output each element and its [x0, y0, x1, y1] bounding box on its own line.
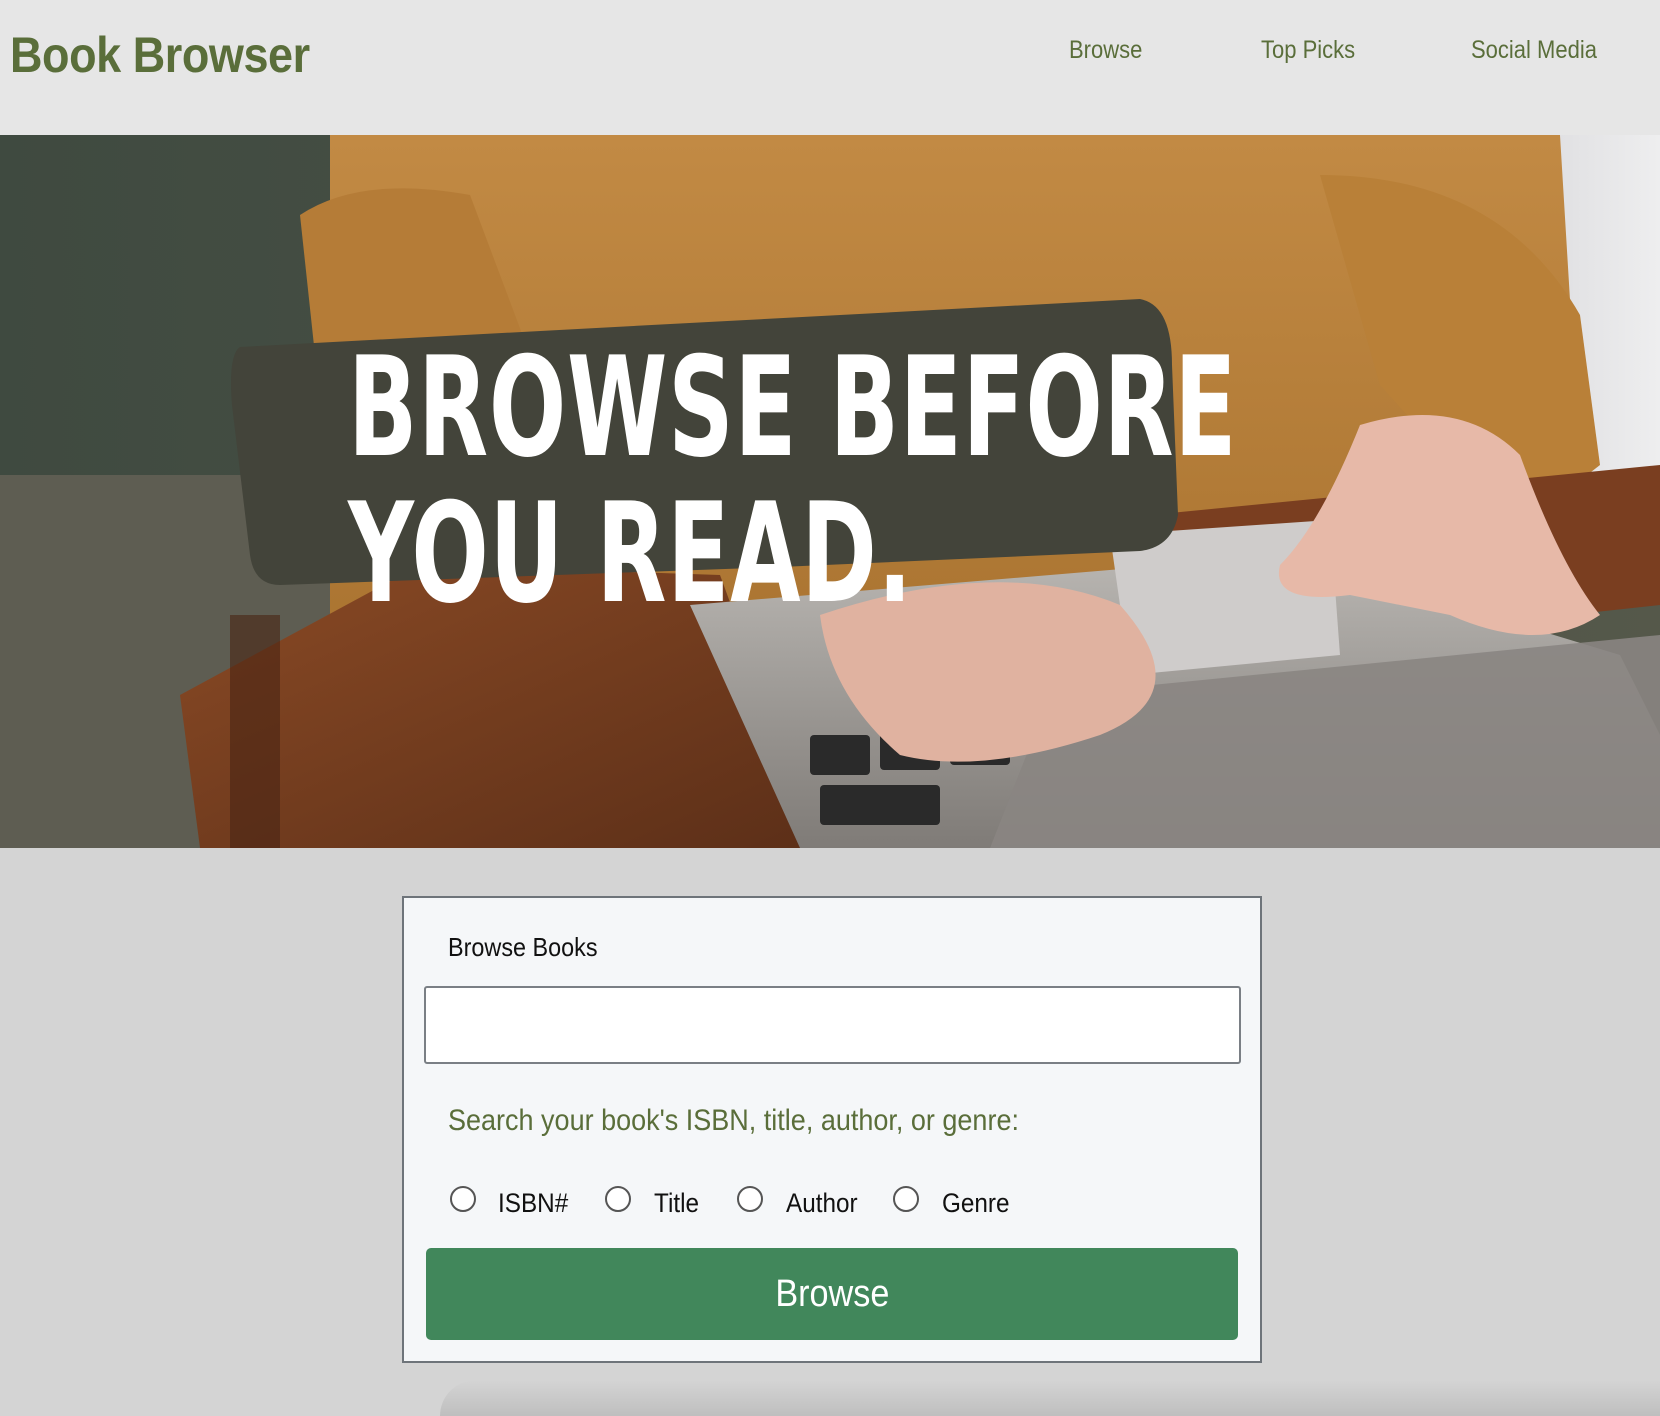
- radio-genre[interactable]: [893, 1186, 919, 1212]
- page-shadow: [440, 1380, 1660, 1416]
- search-type-options: ISBN# Title Author Genre: [404, 1186, 1260, 1226]
- hero-headline: BROWSE BEFORE YOU READ.: [348, 335, 1237, 627]
- radio-label-title[interactable]: Title: [654, 1188, 699, 1219]
- search-input[interactable]: [424, 986, 1241, 1064]
- radio-label-author[interactable]: Author: [786, 1188, 858, 1219]
- search-hint: Search your book's ISBN, title, author, …: [448, 1104, 1019, 1137]
- hero-banner: BROWSE BEFORE YOU READ.: [0, 135, 1660, 848]
- radio-label-genre[interactable]: Genre: [942, 1188, 1010, 1219]
- browse-books-card: Browse Books Search your book's ISBN, ti…: [402, 896, 1262, 1363]
- browse-button[interactable]: Browse: [426, 1248, 1238, 1340]
- radio-title[interactable]: [605, 1186, 631, 1212]
- radio-isbn[interactable]: [450, 1186, 476, 1212]
- nav-link-social-media[interactable]: Social Media: [1471, 36, 1597, 65]
- radio-author[interactable]: [737, 1186, 763, 1212]
- site-header: Book Browser Browse Top Picks Social Med…: [0, 0, 1660, 135]
- browse-button-label: Browse: [774, 1272, 890, 1315]
- site-logo[interactable]: Book Browser: [10, 26, 310, 84]
- nav-link-top-picks[interactable]: Top Picks: [1261, 36, 1355, 65]
- card-title: Browse Books: [448, 932, 598, 962]
- headline-line-1: BROWSE BEFORE: [348, 327, 1238, 488]
- nav-link-browse[interactable]: Browse: [1069, 36, 1142, 65]
- radio-label-isbn[interactable]: ISBN#: [498, 1188, 568, 1219]
- headline-line-2: YOU READ.: [348, 473, 913, 634]
